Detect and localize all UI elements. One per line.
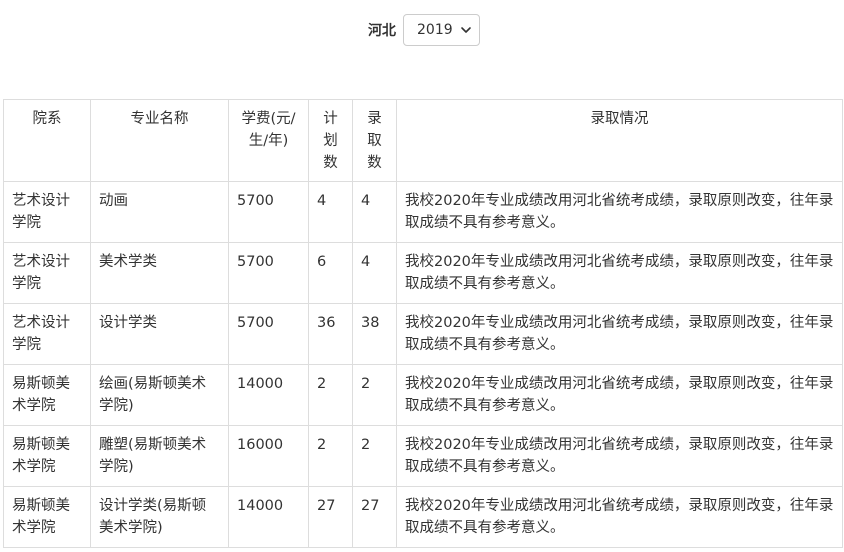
cell-tuition: 5700 xyxy=(228,181,309,243)
table-row: 易斯顿美术学院 设计学类(易斯顿美术学院) 14000 27 27 我校2020… xyxy=(3,486,843,548)
cell-plan-count: 6 xyxy=(308,242,353,304)
cell-major: 美术学类 xyxy=(90,242,229,304)
cell-department: 易斯顿美术学院 xyxy=(3,425,91,487)
cell-tuition: 16000 xyxy=(228,425,309,487)
cell-department: 易斯顿美术学院 xyxy=(3,486,91,548)
cell-major: 雕塑(易斯顿美术学院) xyxy=(90,425,229,487)
cell-plan-count: 27 xyxy=(308,486,353,548)
cell-tuition: 14000 xyxy=(228,486,309,548)
header-plan-count: 计划数 xyxy=(308,99,353,182)
table-row: 艺术设计学院 动画 5700 4 4 我校2020年专业成绩改用河北省统考成绩，… xyxy=(3,181,843,243)
cell-admitted-count: 2 xyxy=(352,425,397,487)
cell-admitted-count: 2 xyxy=(352,364,397,426)
cell-admission-status: 我校2020年专业成绩改用河北省统考成绩，录取原则改变，往年录取成绩不具有参考意… xyxy=(396,303,843,365)
cell-admission-status: 我校2020年专业成绩改用河北省统考成绩，录取原则改变，往年录取成绩不具有参考意… xyxy=(396,181,843,243)
table-row: 艺术设计学院 设计学类 5700 36 38 我校2020年专业成绩改用河北省统… xyxy=(3,303,843,365)
header-major: 专业名称 xyxy=(90,99,229,182)
cell-department: 易斯顿美术学院 xyxy=(3,364,91,426)
table-row: 艺术设计学院 美术学类 5700 6 4 我校2020年专业成绩改用河北省统考成… xyxy=(3,242,843,304)
cell-admitted-count: 27 xyxy=(352,486,397,548)
cell-major: 动画 xyxy=(90,181,229,243)
cell-major: 设计学类 xyxy=(90,303,229,365)
admission-table: 院系 专业名称 学费(元/生/年) 计划数 录取数 录取情况 艺术设计学院 动画… xyxy=(3,99,843,548)
year-select-value: 2019 xyxy=(417,22,453,38)
cell-department: 艺术设计学院 xyxy=(3,242,91,304)
year-select[interactable]: 2019 xyxy=(403,14,480,46)
cell-tuition: 14000 xyxy=(228,364,309,426)
cell-plan-count: 2 xyxy=(308,364,353,426)
province-label: 河北 xyxy=(368,23,396,39)
header-admission-status: 录取情况 xyxy=(396,99,843,182)
cell-plan-count: 36 xyxy=(308,303,353,365)
header-tuition: 学费(元/生/年) xyxy=(228,99,309,182)
cell-department: 艺术设计学院 xyxy=(3,303,91,365)
cell-admitted-count: 4 xyxy=(352,242,397,304)
cell-tuition: 5700 xyxy=(228,242,309,304)
cell-admission-status: 我校2020年专业成绩改用河北省统考成绩，录取原则改变，往年录取成绩不具有参考意… xyxy=(396,242,843,304)
header-admitted-count: 录取数 xyxy=(352,99,397,182)
cell-major: 绘画(易斯顿美术学院) xyxy=(90,364,229,426)
table-header-row: 院系 专业名称 学费(元/生/年) 计划数 录取数 录取情况 xyxy=(3,99,843,182)
cell-admission-status: 我校2020年专业成绩改用河北省统考成绩，录取原则改变，往年录取成绩不具有参考意… xyxy=(396,364,843,426)
cell-tuition: 5700 xyxy=(228,303,309,365)
cell-plan-count: 4 xyxy=(308,181,353,243)
cell-admitted-count: 38 xyxy=(352,303,397,365)
header-department: 院系 xyxy=(3,99,91,182)
chevron-down-icon xyxy=(461,27,471,33)
table-row: 易斯顿美术学院 雕塑(易斯顿美术学院) 16000 2 2 我校2020年专业成… xyxy=(3,425,843,487)
cell-admission-status: 我校2020年专业成绩改用河北省统考成绩，录取原则改变，往年录取成绩不具有参考意… xyxy=(396,425,843,487)
cell-department: 艺术设计学院 xyxy=(3,181,91,243)
filter-bar: 河北 2019 xyxy=(0,13,844,47)
cell-admission-status: 我校2020年专业成绩改用河北省统考成绩，录取原则改变，往年录取成绩不具有参考意… xyxy=(396,486,843,548)
cell-plan-count: 2 xyxy=(308,425,353,487)
cell-major: 设计学类(易斯顿美术学院) xyxy=(90,486,229,548)
table-row: 易斯顿美术学院 绘画(易斯顿美术学院) 14000 2 2 我校2020年专业成… xyxy=(3,364,843,426)
cell-admitted-count: 4 xyxy=(352,181,397,243)
